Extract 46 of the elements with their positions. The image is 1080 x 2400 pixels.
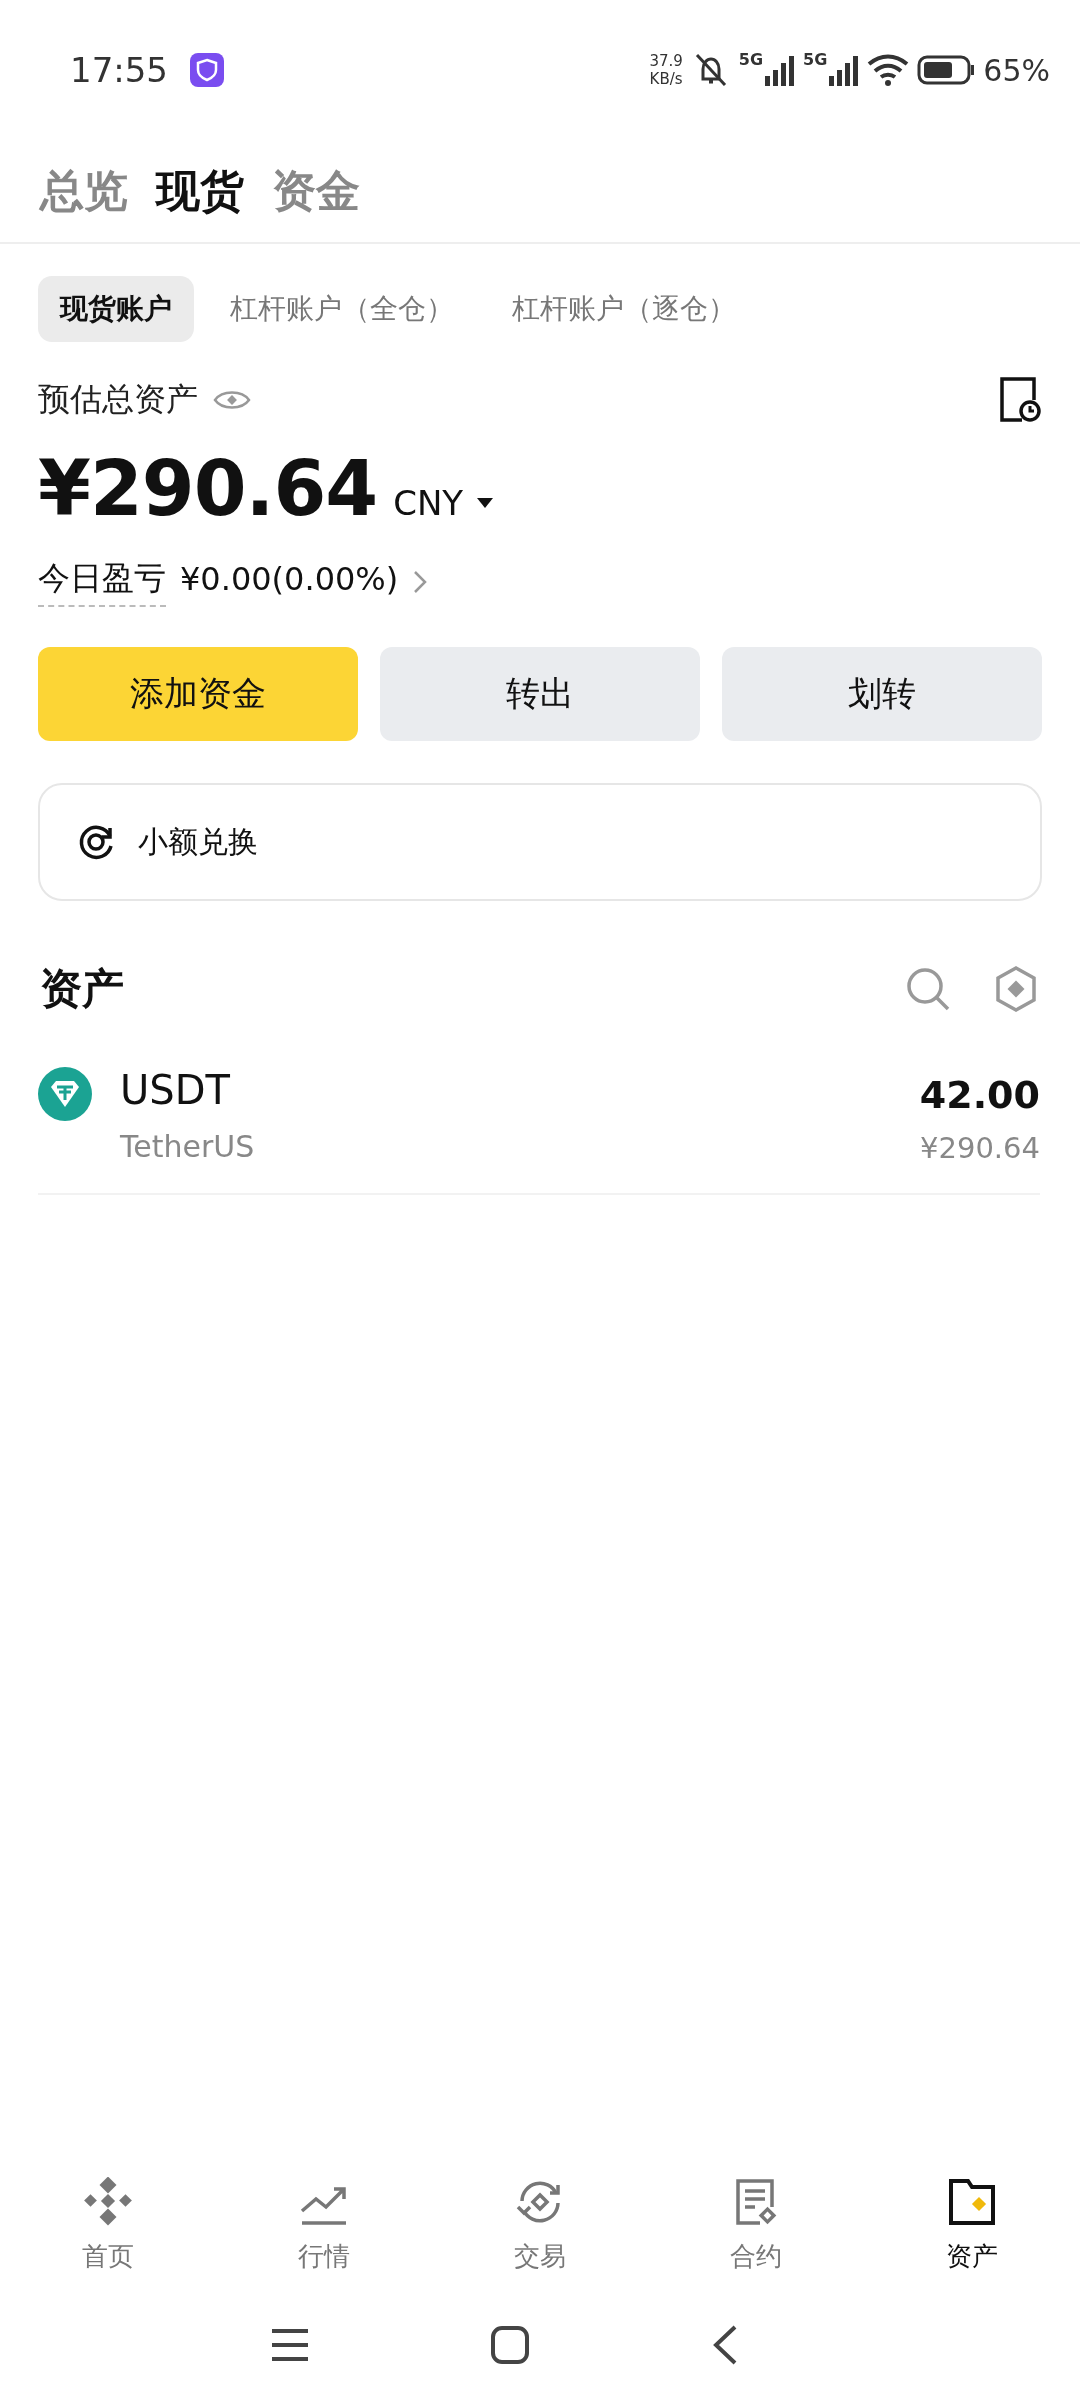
asset-amount: 42.00 xyxy=(919,1073,1040,1117)
signal-label: 5G xyxy=(803,50,828,69)
diamond-logo-icon xyxy=(82,2177,134,2227)
top-tab[interactable]: 总览 xyxy=(40,161,128,221)
top-tab[interactable]: 现货 xyxy=(156,161,244,221)
signal-label: 5G xyxy=(738,50,764,69)
signal-icon xyxy=(829,54,860,86)
action-button[interactable]: 划转 xyxy=(722,647,1042,741)
account-tab[interactable]: 现货账户 xyxy=(38,276,194,342)
pnl-label: 今日盈亏 xyxy=(38,557,166,607)
battery-icon xyxy=(917,55,976,85)
asset-value: ¥290.64 xyxy=(920,1131,1040,1165)
home-icon[interactable] xyxy=(490,2325,530,2365)
nav-tab[interactable]: 交易 xyxy=(465,2177,615,2274)
battery-percent: 65% xyxy=(983,52,1050,88)
menu-icon[interactable] xyxy=(270,2327,310,2363)
currency-selector[interactable]: CNY xyxy=(393,483,496,523)
nav-tab[interactable]: 行情 xyxy=(249,2177,399,2274)
signal-icon xyxy=(765,54,796,86)
nav-tab[interactable]: 首页 xyxy=(33,2177,183,2274)
asset-name: TetherUS xyxy=(120,1129,255,1164)
search-icon[interactable] xyxy=(904,965,952,1013)
shield-app-icon xyxy=(190,53,224,87)
small-exchange-card[interactable]: 小额兑换 xyxy=(38,783,1042,901)
asset-row[interactable]: USDT TetherUS 42.00 ¥290.64 xyxy=(38,1017,1040,1195)
asset-symbol: USDT xyxy=(120,1067,231,1113)
pnl-value: ¥0.00(0.00%) xyxy=(180,560,399,598)
status-time: 17:55 xyxy=(70,50,168,90)
nav-tab[interactable]: 合约 xyxy=(681,2177,831,2274)
action-button[interactable]: 添加资金 xyxy=(38,647,358,741)
balance-amount: ¥290.64 xyxy=(38,444,378,533)
assets-title: 资产 xyxy=(40,963,124,1015)
account-tab[interactable]: 杠杆账户（逐仓） xyxy=(490,276,758,342)
top-tab[interactable]: 资金 xyxy=(272,161,360,221)
wifi-icon xyxy=(867,54,910,86)
account-tab[interactable]: 杠杆账户（全仓） xyxy=(208,276,476,342)
action-button[interactable]: 转出 xyxy=(380,647,700,741)
nav-tab[interactable]: 资产 xyxy=(897,2177,1047,2274)
coin-icon xyxy=(38,1067,92,1121)
caret-icon xyxy=(475,496,496,510)
balance-label: 预估总资产 xyxy=(38,379,198,420)
wallet-icon xyxy=(946,2177,998,2227)
history-icon[interactable] xyxy=(998,376,1042,424)
chevron-right-icon[interactable] xyxy=(412,569,429,595)
hexagon-icon[interactable] xyxy=(994,965,1038,1013)
network-speed: 37.9 KB/s xyxy=(649,52,683,88)
